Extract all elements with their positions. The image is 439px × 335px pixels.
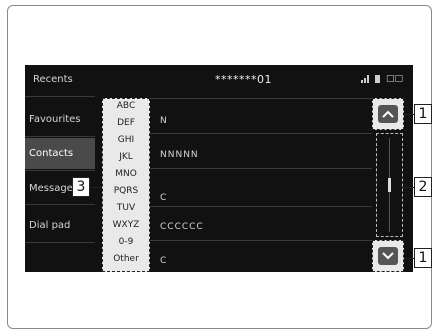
sidebar-item-label: Contacts: [29, 148, 74, 159]
divider: [25, 96, 95, 97]
callout-leader: [404, 258, 414, 259]
scroll-down-button[interactable]: [372, 240, 404, 272]
chevron-down-icon: [378, 247, 398, 265]
index-item[interactable]: WXYZ: [103, 220, 149, 230]
sidebar-item-label: Messages: [29, 183, 79, 194]
scroll-thumb[interactable]: [388, 178, 391, 192]
index-item[interactable]: ABC: [103, 101, 149, 111]
callout-1-top: 1: [414, 104, 432, 124]
index-item[interactable]: MNO: [103, 169, 149, 179]
index-item[interactable]: DEF: [103, 118, 149, 128]
sidebar: Favourites Contacts Messages Dial pad: [25, 96, 103, 272]
sidebar-item-dial-pad[interactable]: Dial pad: [25, 210, 95, 241]
sidebar-item-recents[interactable]: Recents: [33, 74, 73, 85]
sidebar-item-label: Dial pad: [29, 220, 71, 231]
index-item[interactable]: GHI: [103, 135, 149, 145]
battery-icon: [374, 75, 380, 83]
index-item[interactable]: Other: [103, 254, 149, 264]
divider: [150, 133, 372, 134]
sidebar-item-contacts[interactable]: Contacts: [25, 138, 95, 169]
list-item[interactable]: C: [160, 193, 167, 203]
divider: [25, 136, 95, 137]
sidebar-item-favourites[interactable]: Favourites: [25, 104, 95, 135]
contact-list: N NNNNN C CCCCCC C: [150, 98, 372, 272]
list-item[interactable]: NNNNN: [160, 150, 199, 160]
callout-2: 2: [414, 177, 432, 197]
divider: [25, 170, 95, 171]
list-item[interactable]: C: [160, 256, 167, 266]
divider: [25, 242, 95, 243]
callout-3: 3: [72, 177, 90, 197]
status-indicators: □□: [360, 74, 403, 84]
divider: [25, 204, 95, 205]
divider: [150, 168, 372, 169]
divider: [150, 206, 372, 207]
callout-leader: [403, 187, 414, 188]
signal-bars-icon: [360, 75, 369, 83]
index-item[interactable]: 0-9: [103, 237, 149, 247]
phone-number: *******01: [215, 73, 272, 86]
status-text: □□: [385, 74, 403, 84]
alphabet-index: ABC DEF GHI JKL MNO PQRS TUV WXYZ 0-9 Ot…: [102, 98, 150, 272]
list-item[interactable]: CCCCCC: [160, 222, 204, 232]
callout-leader: [404, 114, 414, 115]
chevron-up-icon: [378, 105, 398, 123]
callout-1-bottom: 1: [414, 248, 432, 268]
index-item[interactable]: JKL: [103, 152, 149, 162]
index-item[interactable]: PQRS: [103, 186, 149, 196]
index-item[interactable]: TUV: [103, 203, 149, 213]
divider: [150, 98, 372, 99]
divider: [150, 240, 372, 241]
sidebar-item-label: Favourites: [29, 114, 81, 125]
scroll-up-button[interactable]: [372, 98, 404, 130]
callout-leader: [90, 187, 102, 188]
list-item[interactable]: N: [160, 116, 168, 126]
header: Recents *******01 □□: [25, 65, 413, 95]
